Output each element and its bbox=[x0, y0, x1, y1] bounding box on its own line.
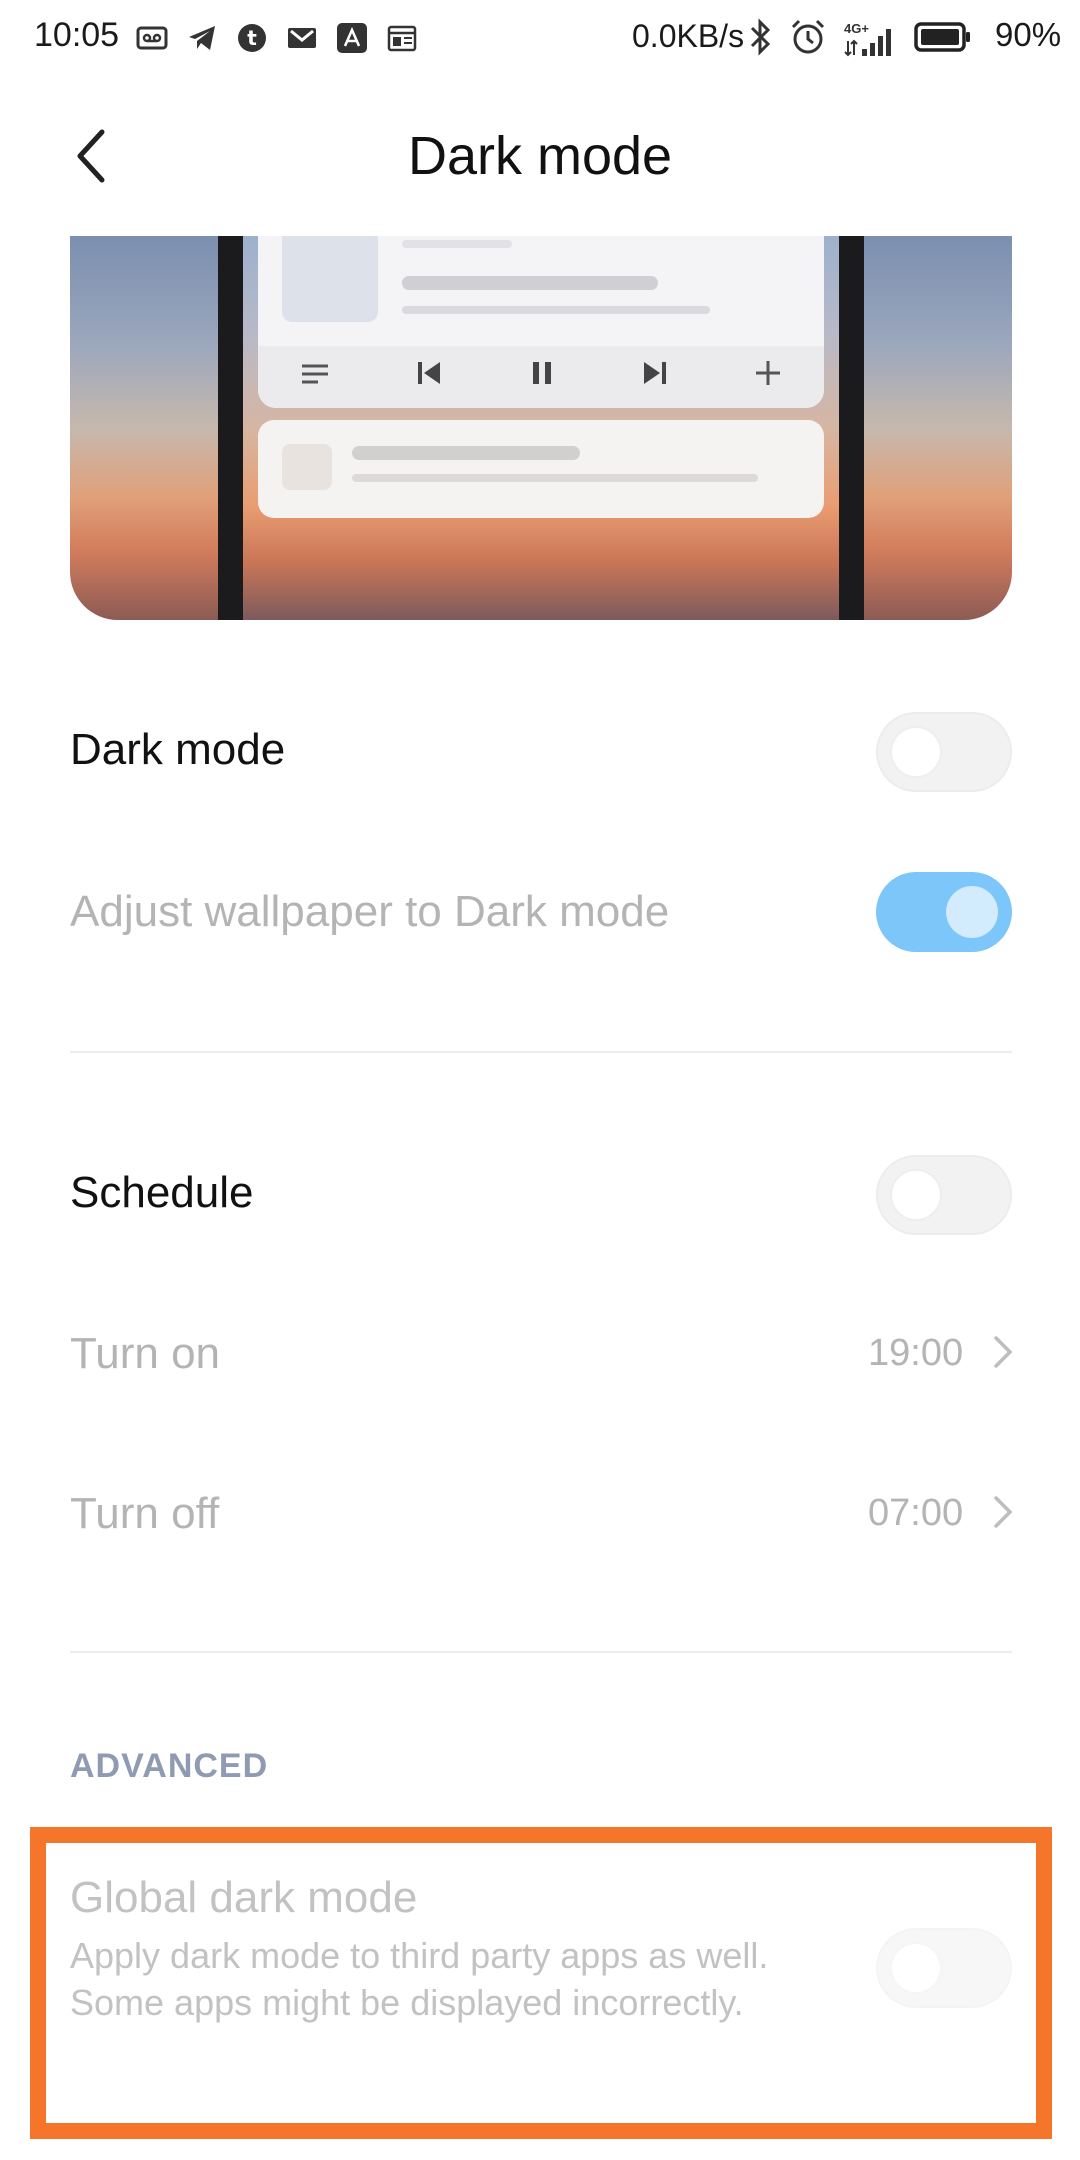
alarm-icon bbox=[790, 18, 826, 61]
preview-text-line bbox=[352, 474, 758, 482]
divider bbox=[70, 1651, 1012, 1653]
playlist-icon bbox=[300, 360, 330, 394]
global-dark-mode-label: Global dark mode bbox=[70, 1873, 418, 1922]
toggle-knob bbox=[890, 726, 942, 778]
preview-notification-thumb bbox=[282, 444, 332, 490]
preview-text-line bbox=[402, 306, 710, 314]
voicemail-icon bbox=[136, 22, 168, 54]
preview-music-card bbox=[258, 236, 824, 408]
turn-on-row[interactable]: Turn on 19:00 bbox=[0, 1290, 1080, 1420]
global-dark-mode-description: Apply dark mode to third party apps as w… bbox=[70, 1935, 769, 2023]
preview-media-controls bbox=[258, 346, 824, 408]
preview-text-line bbox=[402, 276, 658, 290]
turn-on-time: 19:00 bbox=[868, 1332, 964, 1374]
plus-icon bbox=[754, 359, 782, 395]
network-speed: 0.0KB/s bbox=[632, 18, 745, 54]
preview-text-line bbox=[402, 240, 512, 248]
svg-text:t: t bbox=[247, 26, 257, 50]
battery-icon bbox=[914, 20, 972, 59]
pause-icon bbox=[528, 359, 556, 395]
dark-mode-toggle[interactable] bbox=[876, 712, 1012, 792]
notification-icons: t bbox=[136, 20, 418, 56]
preview-album-thumb bbox=[282, 236, 378, 322]
turn-off-label: Turn off bbox=[70, 1489, 220, 1538]
global-dark-mode-toggle[interactable] bbox=[876, 1928, 1012, 2008]
chevron-right-icon bbox=[990, 1332, 1016, 1372]
toggle-knob bbox=[890, 1942, 942, 1994]
schedule-label: Schedule bbox=[70, 1168, 254, 1217]
toggle-knob bbox=[890, 1169, 942, 1221]
adjust-wallpaper-label: Adjust wallpaper to Dark mode bbox=[70, 887, 670, 936]
gmail-icon bbox=[286, 22, 318, 54]
signal-icon: 4G+ bbox=[842, 21, 898, 59]
dark-mode-label: Dark mode bbox=[70, 725, 286, 774]
skip-next-icon bbox=[641, 359, 669, 395]
schedule-toggle[interactable] bbox=[876, 1155, 1012, 1235]
bluetooth-icon bbox=[748, 18, 774, 61]
status-time: 10:05 bbox=[34, 16, 120, 54]
battery-percent: 90% bbox=[995, 16, 1062, 53]
adjust-wallpaper-toggle[interactable] bbox=[876, 872, 1012, 952]
dark-mode-preview-image bbox=[70, 236, 1012, 620]
calendar-icon bbox=[386, 22, 418, 54]
section-header-advanced: ADVANCED bbox=[70, 1747, 269, 1785]
tumblr-icon: t bbox=[236, 22, 268, 54]
turn-off-row[interactable]: Turn off 07:00 bbox=[0, 1450, 1080, 1580]
turn-on-label: Turn on bbox=[70, 1329, 221, 1378]
preview-notification-card bbox=[258, 420, 824, 518]
system-icons: 4G+ bbox=[748, 18, 972, 61]
telegram-icon bbox=[186, 22, 218, 54]
divider bbox=[70, 1051, 1012, 1053]
page-title: Dark mode bbox=[407, 126, 673, 186]
app-icon bbox=[336, 22, 368, 54]
turn-off-time: 07:00 bbox=[868, 1492, 964, 1534]
preview-text-line bbox=[352, 446, 580, 460]
toggle-knob bbox=[946, 886, 998, 938]
skip-previous-icon bbox=[415, 359, 443, 395]
chevron-right-icon bbox=[990, 1492, 1016, 1532]
status-bar: 10:05 t 0.0KB/s 4G+ 90% bbox=[0, 0, 1080, 80]
